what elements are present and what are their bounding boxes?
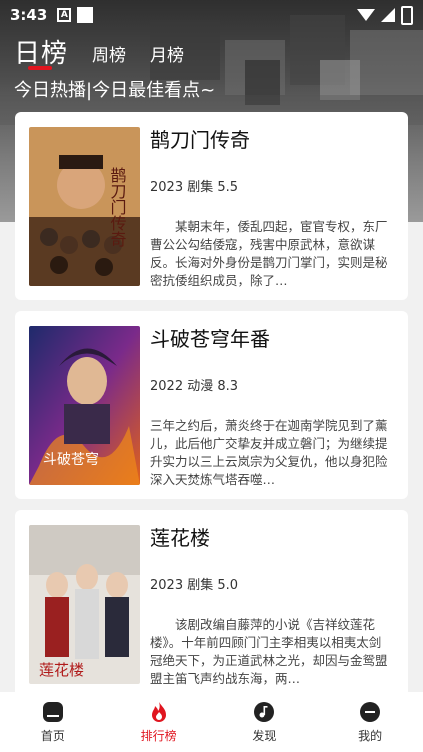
status-bar: 3:43 A [0, 0, 423, 30]
music-icon [254, 701, 275, 722]
list-item[interactable]: 斗破苍穹 斗破苍穹年番 2022 动漫 8.3 三年之约后，萧炎终于在迦南学院见… [15, 311, 408, 499]
nav-item-home[interactable]: 首页 [13, 701, 93, 744]
tab-daily[interactable]: 日榜 [14, 33, 68, 70]
item-description: 某朝末年，倭乱四起，宦官专权，东厂曹公公勾结倭寇，残害中原武林，意欲谋反。长海对… [150, 219, 388, 288]
status-time: 3:43 [10, 6, 48, 24]
list-item[interactable]: 鹊刀门传奇 鹊刀门传奇 2023 剧集 5.5 某朝末年，倭乱四起，宦官专权，东… [15, 112, 408, 300]
nav-label: 我的 [358, 728, 383, 743]
poster-image: 斗破苍穹 [29, 326, 140, 485]
nav-label: 发现 [252, 728, 277, 743]
nav-label: 排行榜 [140, 728, 177, 743]
notification-square-icon [77, 7, 94, 23]
item-meta: 2023 剧集 5.0 [150, 578, 239, 593]
nav-item-discover[interactable]: 发现 [224, 701, 304, 744]
tab-monthly[interactable]: 月榜 [150, 41, 184, 70]
notification-a-icon: A [57, 8, 72, 22]
item-description: 三年之约后，萧炎终于在迦南学院见到了薰儿，此后他广交挚友并成立磐门；为继续提升实… [150, 418, 388, 487]
bottom-navigation: 首页 排行榜 发现 我的 [0, 692, 423, 752]
page-subtitle: 今日热播|今日最佳看点~ [14, 80, 216, 101]
item-meta: 2022 动漫 8.3 [150, 379, 239, 394]
nav-item-ranking[interactable]: 排行榜 [119, 701, 199, 744]
wifi-icon [357, 9, 375, 21]
item-meta: 2023 剧集 5.5 [150, 180, 239, 195]
nav-label: 首页 [40, 728, 65, 743]
fire-icon [151, 701, 166, 722]
nav-item-profile[interactable]: 我的 [330, 701, 410, 744]
poster-image: 鹊刀门传奇 [29, 127, 140, 286]
item-title: 斗破苍穹年番 [150, 327, 270, 351]
tab-weekly[interactable]: 周榜 [92, 41, 126, 70]
signal-icon [381, 8, 395, 22]
svg-text:斗破苍穹: 斗破苍穹 [43, 452, 99, 468]
ranking-tabs: 日榜 周榜 月榜 [14, 33, 184, 70]
poster-image: 莲花楼 [29, 525, 140, 684]
item-title: 莲花楼 [150, 526, 210, 550]
profile-icon [360, 701, 381, 722]
list-item[interactable]: 莲花楼 莲花楼 2023 剧集 5.0 该剧改编自藤萍的小说《吉祥纹莲花楼》。十… [15, 510, 408, 698]
item-description: 该剧改编自藤萍的小说《吉祥纹莲花楼》。十年前四顾门门主李相夷以相夷太剑冠绝天下，… [150, 617, 388, 686]
battery-icon [401, 5, 413, 25]
item-title: 鹊刀门传奇 [150, 128, 250, 152]
svg-text:鹊刀门传奇: 鹊刀门传奇 [108, 167, 127, 247]
home-icon [42, 701, 63, 722]
active-tab-indicator [28, 66, 52, 70]
svg-text:莲花楼: 莲花楼 [39, 661, 84, 679]
